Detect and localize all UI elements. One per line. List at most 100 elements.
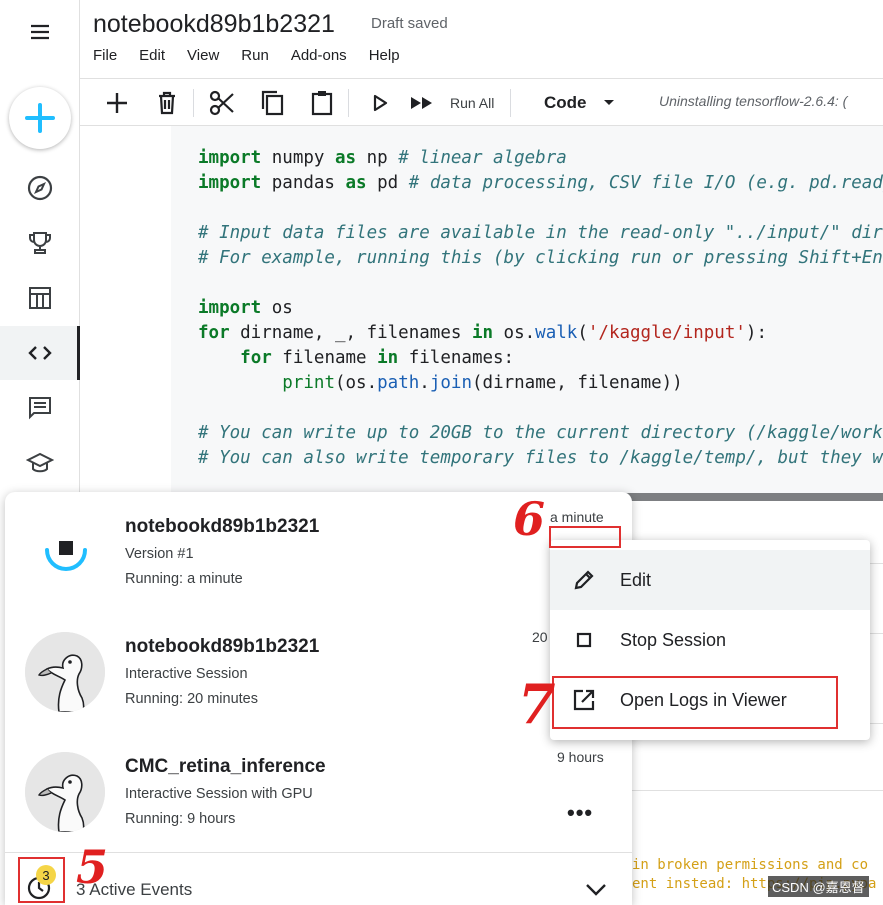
log-output-line: in broken permissions and co [632,857,869,873]
code-token: pandas [261,173,346,193]
delete-cell-button[interactable] [152,87,182,119]
code-token: . [419,373,430,393]
code-token: # Input data files are available in the … [198,223,883,243]
code-token: os [261,298,293,318]
code-line: import pandas as pd # data processing, C… [198,171,883,196]
menu-help[interactable]: Help [369,47,400,64]
nav-explore-button[interactable] [0,161,80,215]
session-runtime: Running: 20 minutes [125,691,258,707]
code-token: import [198,148,262,168]
paste-cell-button[interactable] [307,87,337,119]
code-line: import numpy as np # linear algebra [198,146,883,171]
plus-icon [25,103,55,133]
code-line: # For example, running this (by clicking… [198,246,883,271]
create-button[interactable] [9,87,71,149]
stop-square-icon [572,628,596,652]
code-token: ): [745,323,767,343]
nav-datasets-button[interactable] [0,271,80,325]
session-type: Interactive Session with GPU [125,786,313,802]
scissors-icon [209,90,234,116]
session-elapsed: 9 hours [557,749,604,765]
code-token: # For example, running this (by clicking… [198,248,883,268]
nav-code-button[interactable] [0,326,80,380]
code-token: numpy [261,148,335,168]
notebook-header: notebookd89b1b2321 Draft saved File Edit… [80,0,883,78]
run-all-button[interactable]: Run All [408,87,500,119]
code-token: as [334,148,357,168]
code-token: (dirname, filename)) [472,373,683,393]
kaggle-notebook-editor: notebookd89b1b2321 Draft saved File Edit… [0,0,883,905]
nav-competitions-button[interactable] [0,216,80,270]
code-token: path [377,373,420,393]
toolbar-divider [193,89,194,117]
code-token: # data processing, CSV file I/O (e.g. pd… [408,173,883,193]
session-more-options-button[interactable]: ••• [567,800,593,826]
code-line: for filename in filenames: [198,346,883,371]
code-token: import [198,173,262,193]
code-cell-source[interactable]: import numpy as np # linear algebra impor… [198,146,883,471]
notebook-title[interactable]: notebookd89b1b2321 [93,10,335,39]
session-elapsed: 20 [532,629,548,645]
code-token: filename [271,348,378,368]
goose-avatar [25,632,105,712]
code-token: os. [493,323,536,343]
code-token: in [471,323,494,343]
menu-view[interactable]: View [187,47,219,64]
menu-file[interactable]: File [93,47,117,64]
session-elapsed: a minute [550,509,604,525]
run-all-label: Run All [450,95,495,111]
session-item[interactable]: CMC_retina_inference Interactive Session… [5,732,632,852]
menu-edit[interactable]: Edit [139,47,165,64]
annotation-number-five: 5 [76,840,109,894]
session-name: notebookd89b1b2321 [125,636,320,657]
running-spinner-icon [41,522,91,572]
caret-down-icon [603,100,614,105]
nav-discussions-button[interactable] [0,381,80,435]
menu-item-label: Stop Session [620,629,727,650]
code-token: '/kaggle/input' [587,323,746,343]
code-token: pd [366,173,409,193]
menu-addons[interactable]: Add-ons [291,47,347,64]
annotation-number-seven: 7 [518,672,556,736]
code-brackets-icon [28,346,52,360]
annotation-box-events [18,857,65,903]
session-runtime: Running: a minute [125,571,243,587]
clipboard-icon [311,91,333,116]
code-token: # You can also write temporary files to … [198,448,883,468]
nav-learn-button[interactable] [0,436,80,490]
menu-item-stop-session[interactable]: Stop Session [550,610,870,670]
fast-forward-icon [411,97,432,109]
add-cell-button[interactable] [102,87,132,119]
draft-status: Draft saved [371,15,448,32]
code-token: for [198,323,230,343]
cell-type-select[interactable]: Code [544,87,624,119]
code-token: print [282,373,335,393]
code-line: # Input data files are available in the … [198,221,883,246]
session-name: notebookd89b1b2321 [125,516,320,537]
graduation-cap-icon [26,452,54,473]
install-status-text: Uninstalling tensorflow-2.6.4: ( [659,93,848,109]
annotation-box-time [549,526,621,548]
table-icon [29,287,51,309]
session-runtime: Running: 9 hours [125,811,236,827]
copy-cell-button[interactable] [257,87,287,119]
hamburger-menu-button[interactable] [0,5,80,59]
pencil-icon [572,568,596,592]
copy-icon [261,90,284,116]
run-cell-button[interactable] [365,87,395,119]
code-line: for dirname, _, filenames in os.walk('/k… [198,321,883,346]
cut-cell-button[interactable] [207,87,237,119]
toolbar-divider [348,89,349,117]
code-token: (os. [334,373,378,393]
annotation-number-six: 6 [513,492,546,546]
code-line: # You can write up to 20GB to the curren… [198,421,883,446]
code-token: dirname, _, filenames [229,323,472,343]
menu-item-edit[interactable]: Edit [550,550,870,610]
chevron-down-icon[interactable] [585,883,607,897]
menu-run[interactable]: Run [241,47,269,64]
